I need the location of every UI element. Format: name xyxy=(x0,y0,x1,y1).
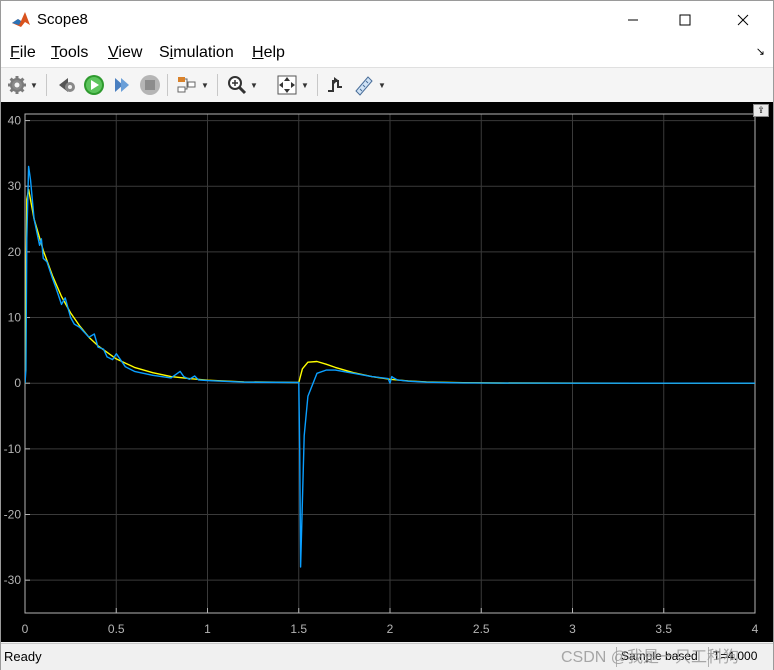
menu-help[interactable]: Help xyxy=(252,44,285,62)
title-bar[interactable]: Scope8 xyxy=(1,1,773,39)
triggers-button[interactable] xyxy=(325,72,345,98)
fit-axes-icon xyxy=(277,75,297,95)
x-tick-label: 1.5 xyxy=(290,622,307,636)
toolbar-divider xyxy=(317,74,318,96)
y-tick-label: 40 xyxy=(8,114,22,128)
x-tick-label: 2.5 xyxy=(473,622,490,636)
chevron-down-icon[interactable]: ▼ xyxy=(201,81,209,90)
y-tick-label: 20 xyxy=(8,245,22,259)
x-tick-label: 3 xyxy=(569,622,576,636)
scope-window: Scope8 File Tools View Simulation Help ↘… xyxy=(0,0,774,670)
y-tick-label: 10 xyxy=(8,311,22,325)
step-forward-icon xyxy=(115,78,129,92)
minimize-button[interactable] xyxy=(610,1,656,39)
stop-button[interactable] xyxy=(139,72,161,98)
chevron-down-icon[interactable]: ▼ xyxy=(378,81,386,90)
settings-icon xyxy=(8,76,26,94)
x-tick-label: 0 xyxy=(22,622,29,636)
x-tick-label: 4 xyxy=(752,622,759,636)
toolbar-divider xyxy=(46,74,47,96)
window-title: Scope8 xyxy=(37,11,88,28)
chevron-down-icon[interactable]: ▼ xyxy=(301,81,309,90)
close-button[interactable] xyxy=(720,1,766,39)
maximize-icon xyxy=(679,14,691,26)
x-tick-label: 3.5 xyxy=(655,622,672,636)
scope-plot[interactable]: 0 0.5 1 1.5 2 2.5 3 3.5 4 -30 -20 -10 0 10 20 30 40 xyxy=(1,102,773,642)
x-tick-label: 2 xyxy=(387,622,394,636)
maximize-button[interactable] xyxy=(662,1,708,39)
restore-layout-icon[interactable]: ⇪ xyxy=(753,104,769,117)
csdn-watermark: CSDN @我是一只工科狗 xyxy=(561,649,740,666)
toolbar: ▼ ▼ ▼ ▼ ▼ xyxy=(1,67,773,103)
run-button[interactable] xyxy=(83,72,105,98)
stop-icon xyxy=(140,75,160,95)
minimize-icon xyxy=(628,19,638,21)
status-ready: Ready xyxy=(4,649,42,664)
zoom-icon xyxy=(228,76,247,95)
chevron-down-icon[interactable]: ▼ xyxy=(250,81,258,90)
signal-selector-button[interactable]: ▼ xyxy=(176,72,209,98)
chevron-down-icon[interactable]: ▼ xyxy=(30,81,38,90)
close-icon xyxy=(737,14,749,26)
x-tick-label: 1 xyxy=(204,622,211,636)
toolbar-divider xyxy=(217,74,218,96)
y-tick-label: 30 xyxy=(8,179,22,193)
y-tick-label: -10 xyxy=(4,442,22,456)
scope-display[interactable]: 0 0.5 1 1.5 2 2.5 3 3.5 4 -30 -20 -10 0 10 20 30 40 ⇪ xyxy=(1,102,773,642)
dock-arrow-icon[interactable]: ↘ xyxy=(756,45,765,58)
measurements-button[interactable]: ▼ xyxy=(353,72,386,98)
step-back-button[interactable] xyxy=(56,72,78,98)
menu-tools[interactable]: Tools xyxy=(51,44,88,62)
x-tick-label: 0.5 xyxy=(108,622,125,636)
settings-button[interactable]: ▼ xyxy=(7,72,38,98)
menu-simulation[interactable]: Simulation xyxy=(159,44,234,62)
step-forward-button[interactable] xyxy=(111,72,131,98)
step-back-icon xyxy=(59,78,75,92)
menu-file[interactable]: File xyxy=(10,44,36,62)
triggers-icon xyxy=(328,77,342,92)
y-tick-label: 0 xyxy=(14,376,21,390)
signal-selector-icon xyxy=(177,77,196,93)
y-tick-label: -20 xyxy=(4,508,22,522)
toolbar-divider xyxy=(167,74,168,96)
y-tick-label: -30 xyxy=(4,573,22,587)
run-icon xyxy=(84,75,104,95)
fit-axes-button[interactable]: ▼ xyxy=(276,72,309,98)
menu-view[interactable]: View xyxy=(108,44,142,62)
measurements-icon xyxy=(355,76,373,96)
menu-bar: File Tools View Simulation Help ↘ xyxy=(1,39,773,67)
matlab-logo-icon xyxy=(11,10,31,30)
zoom-button[interactable]: ▼ xyxy=(227,72,258,98)
